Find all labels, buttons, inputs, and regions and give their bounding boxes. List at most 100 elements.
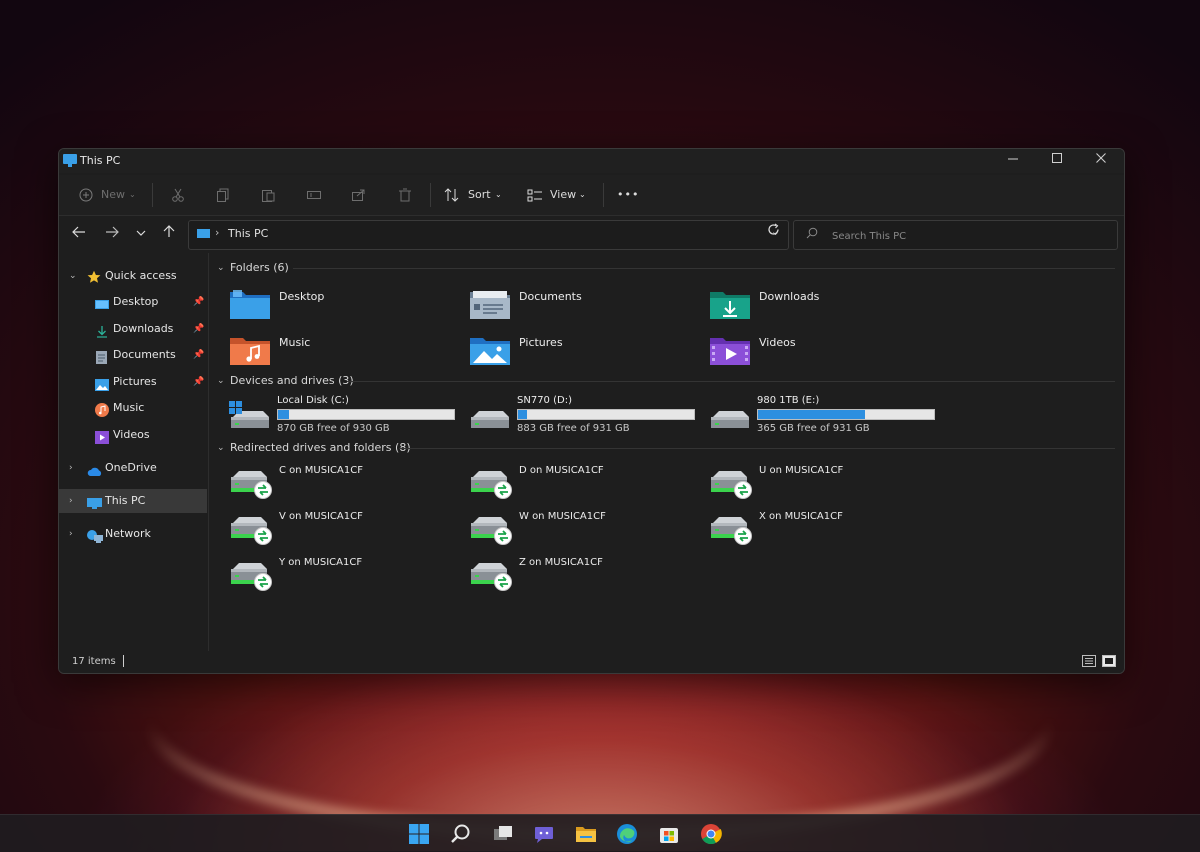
pin-icon[interactable]: 📌 xyxy=(193,343,204,367)
details-view-button[interactable] xyxy=(1082,655,1096,667)
sidebar-item-pictures[interactable]: Pictures 📌 xyxy=(59,370,207,394)
maximize-button[interactable] xyxy=(1034,151,1080,171)
up-button[interactable] xyxy=(158,223,180,245)
toolbar-divider xyxy=(430,183,431,207)
chevron-right-icon[interactable]: › xyxy=(69,489,73,513)
network-drive-icon xyxy=(231,563,272,591)
sidebar-item-onedrive[interactable]: › OneDrive xyxy=(59,456,207,480)
chevron-right-icon[interactable]: › xyxy=(69,522,73,546)
status-bar: 17 items xyxy=(59,651,1124,673)
more-icon: ••• xyxy=(617,188,640,201)
pin-icon[interactable]: 📌 xyxy=(193,290,204,314)
drive-d[interactable]: SN770 (D:) 883 GB free of 931 GB xyxy=(459,393,695,437)
folder-desktop[interactable]: Desktop xyxy=(219,284,455,326)
start-icon xyxy=(409,824,429,844)
chevron-right-icon[interactable]: › xyxy=(69,456,73,480)
chevron-right-icon: › xyxy=(215,226,220,239)
sort-button[interactable]: Sort ⌄ xyxy=(444,175,506,215)
group-header-redirected[interactable]: ⌄ Redirected drives and folders (8) xyxy=(209,438,1115,458)
redirected-drive-v[interactable]: V on MUSICA1CF xyxy=(219,507,455,551)
group-header-folders[interactable]: ⌄ Folders (6) xyxy=(209,258,1115,278)
drive-e[interactable]: 980 1TB (E:) 365 GB free of 931 GB xyxy=(699,393,935,437)
taskbar-search-button[interactable] xyxy=(450,823,472,845)
pin-icon[interactable]: 📌 xyxy=(193,317,204,341)
refresh-button[interactable] xyxy=(762,221,784,243)
download-icon xyxy=(95,323,108,338)
sidebar-item-documents[interactable]: Documents 📌 xyxy=(59,343,207,367)
chevron-down-icon[interactable]: ⌄ xyxy=(217,258,225,278)
redirected-drive-y[interactable]: Y on MUSICA1CF xyxy=(219,553,455,597)
delete-button[interactable] xyxy=(396,175,414,215)
minimize-button[interactable] xyxy=(990,151,1036,171)
sidebar-item-label: Network xyxy=(105,527,151,540)
pin-icon[interactable]: 📌 xyxy=(193,370,204,394)
start-button[interactable] xyxy=(408,823,430,845)
rename-button[interactable] xyxy=(305,175,323,215)
chevron-down-icon[interactable]: ⌄ xyxy=(217,371,225,391)
group-divider xyxy=(399,448,1115,449)
arrow-right-icon xyxy=(106,226,119,238)
search-box[interactable] xyxy=(793,220,1118,250)
folder-downloads[interactable]: Downloads xyxy=(699,284,935,326)
sidebar-item-label: Pictures xyxy=(113,375,157,388)
folder-music[interactable]: Music xyxy=(219,330,455,372)
group-header-devices[interactable]: ⌄ Devices and drives (3) xyxy=(209,371,1115,391)
redirected-drive-d[interactable]: D on MUSICA1CF xyxy=(459,461,695,505)
chevron-down-icon[interactable]: ⌄ xyxy=(217,438,225,458)
sidebar-item-quick-access[interactable]: ⌄ Quick access xyxy=(59,264,207,288)
redirected-drive-label: V on MUSICA1CF xyxy=(279,511,363,522)
chat-button[interactable] xyxy=(533,823,555,845)
close-button[interactable] xyxy=(1078,151,1124,171)
title-bar[interactable]: This PC xyxy=(59,149,1124,173)
task-view-button[interactable] xyxy=(492,823,514,845)
back-button[interactable] xyxy=(68,223,90,245)
redirected-drive-z[interactable]: Z on MUSICA1CF xyxy=(459,553,695,597)
paste-button[interactable] xyxy=(259,175,277,215)
redirected-drive-w[interactable]: W on MUSICA1CF xyxy=(459,507,695,551)
desktop-folder-icon xyxy=(230,290,270,319)
search-icon xyxy=(451,824,470,843)
folder-videos[interactable]: Videos xyxy=(699,330,935,372)
folder-pictures[interactable]: Pictures xyxy=(459,330,695,372)
copy-button[interactable] xyxy=(214,175,232,215)
address-path[interactable]: This PC xyxy=(228,227,268,240)
redirected-drive-u[interactable]: U on MUSICA1CF xyxy=(699,461,935,505)
sidebar-item-network[interactable]: › Network xyxy=(59,522,207,546)
address-bar[interactable]: › This PC ⌄ xyxy=(188,220,789,250)
file-explorer-taskbar-button[interactable] xyxy=(575,823,597,845)
edge-button[interactable] xyxy=(616,823,638,845)
pictures-folder-icon xyxy=(470,338,510,365)
forward-button[interactable] xyxy=(101,223,123,245)
this-pc-icon xyxy=(63,154,77,167)
network-drive-icon xyxy=(711,517,752,545)
store-button[interactable] xyxy=(658,823,680,845)
cut-button[interactable] xyxy=(169,175,187,215)
star-icon xyxy=(87,269,101,283)
sidebar-item-this-pc[interactable]: › This PC xyxy=(59,489,207,513)
sidebar-item-music[interactable]: Music xyxy=(59,396,207,420)
large-icons-view-button[interactable] xyxy=(1102,655,1116,667)
sidebar-item-downloads[interactable]: Downloads 📌 xyxy=(59,317,207,341)
chrome-button[interactable] xyxy=(700,823,722,845)
toolbar-divider xyxy=(603,183,604,207)
new-label: New xyxy=(101,188,125,201)
network-drive-icon xyxy=(471,471,512,499)
view-button[interactable]: View ⌄ xyxy=(527,175,593,215)
share-button[interactable] xyxy=(350,175,368,215)
redirected-drive-x[interactable]: X on MUSICA1CF xyxy=(699,507,935,551)
redirected-drive-c[interactable]: C on MUSICA1CF xyxy=(219,461,455,505)
drive-free-space: 870 GB free of 930 GB xyxy=(277,423,390,434)
sidebar-item-videos[interactable]: Videos xyxy=(59,423,207,447)
drive-usage-bar xyxy=(757,409,935,420)
folder-documents[interactable]: Documents xyxy=(459,284,695,326)
sidebar-item-label: Music xyxy=(113,401,145,414)
sidebar-item-desktop[interactable]: Desktop 📌 xyxy=(59,290,207,314)
content-pane: ⌄ Folders (6) Desktop Documents Download… xyxy=(209,253,1123,651)
new-button[interactable]: New ⌄ xyxy=(77,175,141,215)
chevron-down-icon xyxy=(136,230,146,236)
recent-locations-button[interactable] xyxy=(130,223,152,245)
search-input[interactable] xyxy=(830,227,1104,245)
drive-c[interactable]: Local Disk (C:) 870 GB free of 930 GB xyxy=(219,393,455,437)
chevron-down-icon[interactable]: ⌄ xyxy=(69,264,77,288)
see-more-button[interactable]: ••• xyxy=(617,175,641,215)
